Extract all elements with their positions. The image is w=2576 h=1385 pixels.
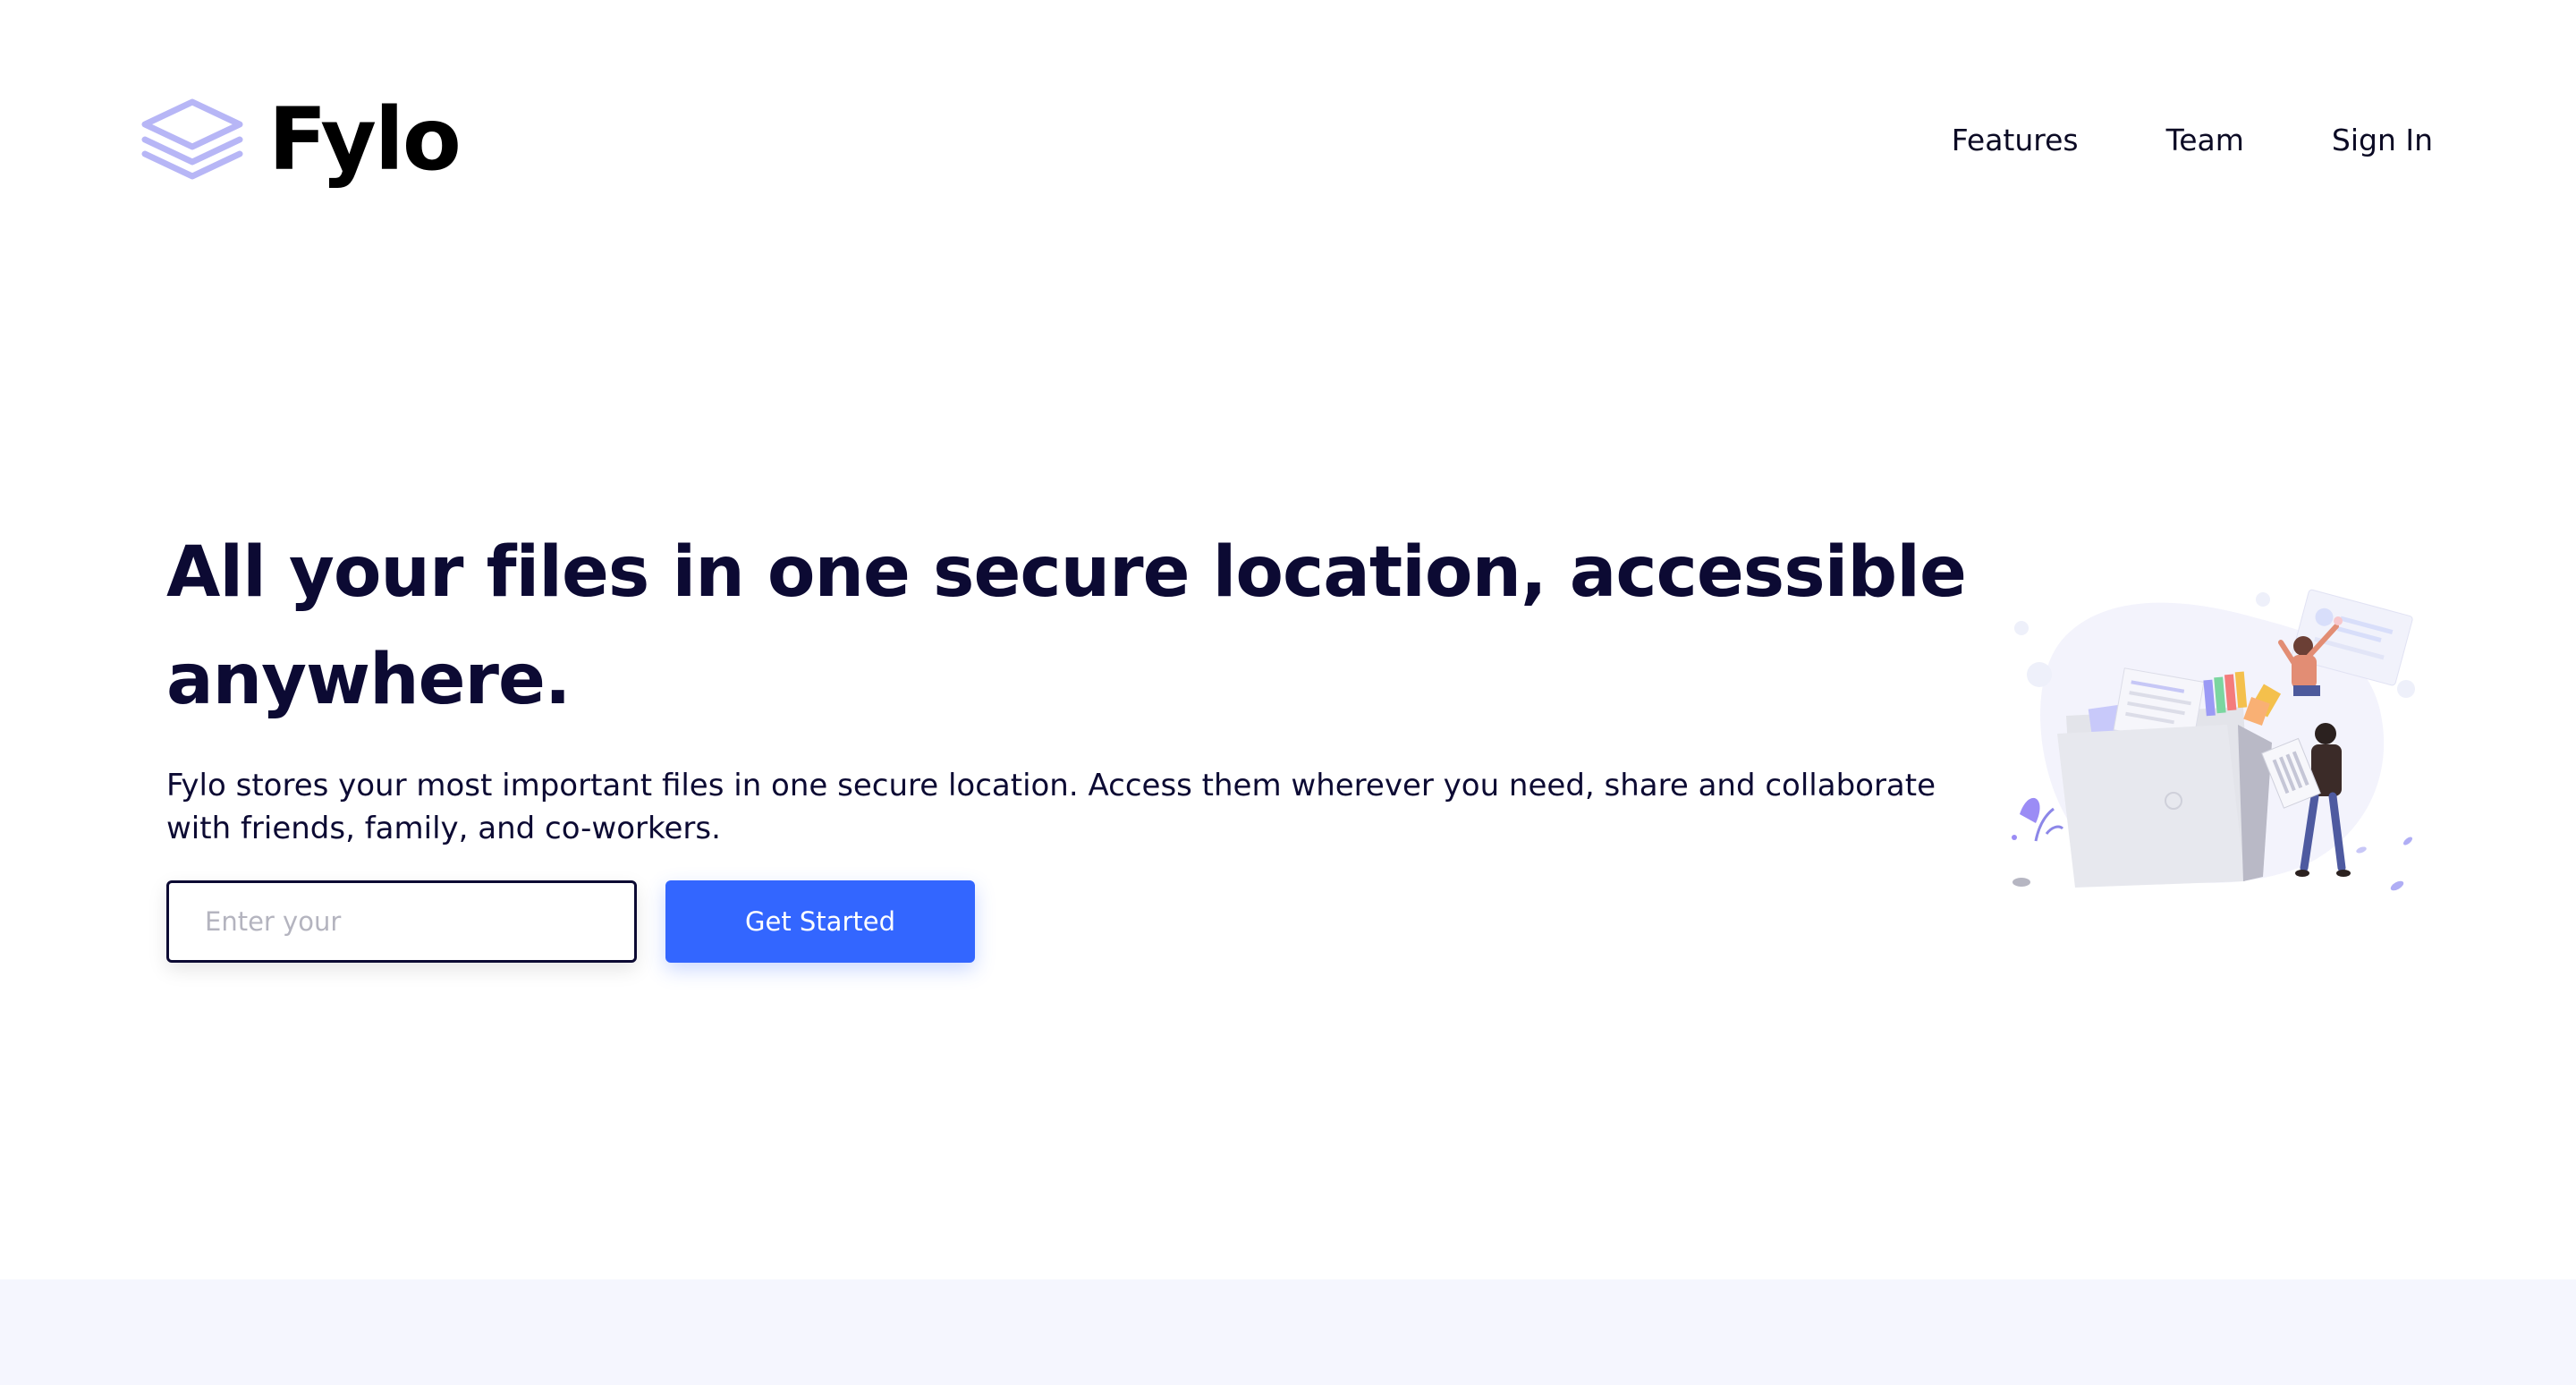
nav-team-link[interactable]: Team <box>2166 125 2244 155</box>
hero-illustration <box>2004 573 2433 913</box>
nav-sign-in-link[interactable]: Sign In <box>2332 125 2433 155</box>
signup-form: Get Started <box>166 880 1991 963</box>
brand-name: Fylo <box>268 89 462 190</box>
nav-features-link[interactable]: Features <box>1952 125 2079 155</box>
people-filing-documents-illustration <box>2012 589 2415 891</box>
get-started-button[interactable]: Get Started <box>665 880 975 963</box>
brand-logo[interactable]: Fylo <box>141 89 462 190</box>
hero-section: All your files in one secure location, a… <box>166 519 1991 963</box>
email-input[interactable] <box>166 880 637 963</box>
main-nav: Features Team Sign In <box>1952 125 2433 155</box>
site-header: Fylo Features Team Sign In <box>0 0 2576 233</box>
stacked-layers-icon <box>141 98 243 180</box>
hero-description: Fylo stores your most important files in… <box>166 768 1936 846</box>
features-section-band <box>0 1279 2576 1385</box>
hero-title: All your files in one secure location, a… <box>166 532 1967 720</box>
